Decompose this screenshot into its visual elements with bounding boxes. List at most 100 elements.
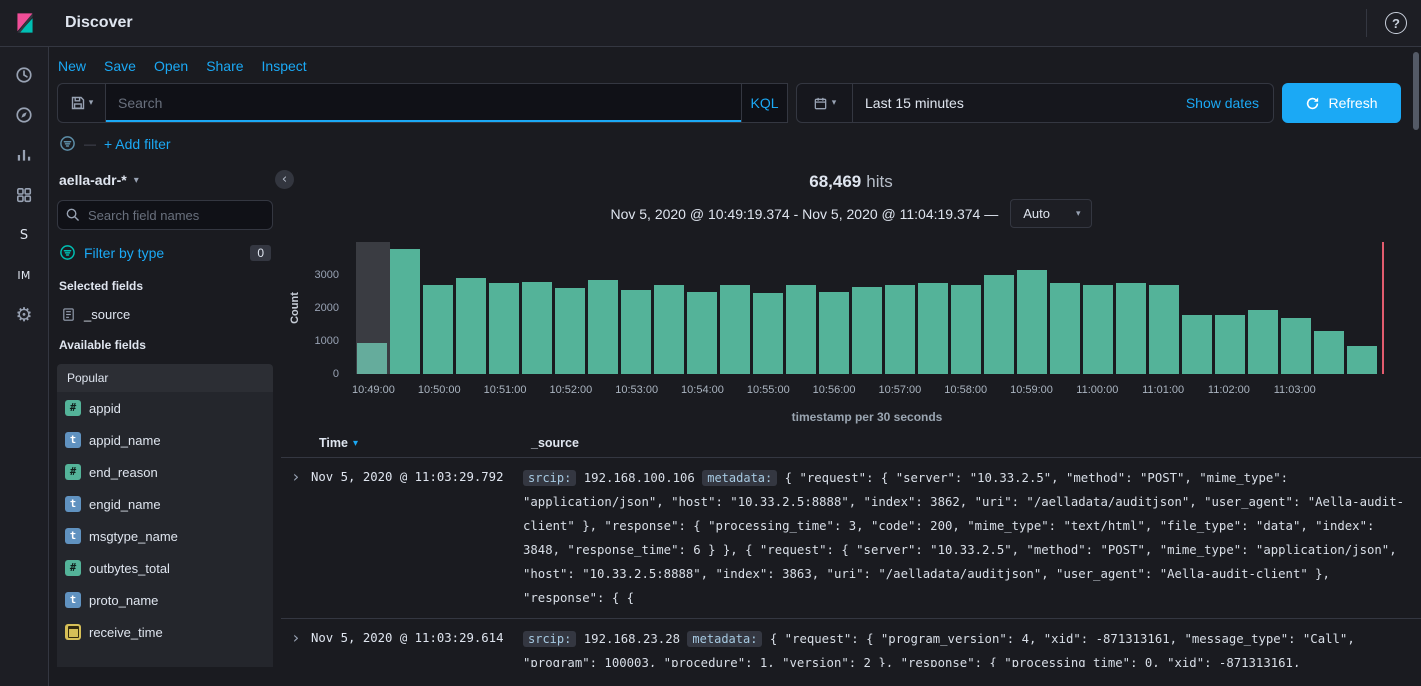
field-item-receive_time[interactable]: receive_time bbox=[61, 616, 269, 648]
histogram-chart: Count 0100020003000 bbox=[281, 242, 1421, 374]
histogram-bar[interactable] bbox=[1182, 315, 1212, 374]
chevron-down-icon: ▾ bbox=[134, 175, 139, 186]
field-item-appid[interactable]: #appid bbox=[61, 392, 269, 424]
nav-discover-button[interactable] bbox=[8, 99, 40, 131]
calendar-dropdown-button[interactable]: ▾ bbox=[797, 84, 853, 122]
histogram-bar[interactable] bbox=[1050, 283, 1080, 374]
histogram-bar[interactable] bbox=[522, 282, 552, 374]
fields-sidebar: aella-adr-* ▾ Filter by type 0 Selec bbox=[49, 160, 281, 667]
histogram-bar[interactable] bbox=[489, 283, 519, 374]
source-cell: srcip: 192.168.23.28 metadata: { "reques… bbox=[523, 627, 1421, 667]
app-nav-rail: S IM ⚙ bbox=[0, 47, 49, 686]
page-title: Discover bbox=[65, 14, 133, 32]
x-tick-label: 10:53:00 bbox=[615, 384, 658, 396]
x-tick-label: 10:58:00 bbox=[944, 384, 987, 396]
histogram-bar[interactable] bbox=[1347, 346, 1377, 374]
histogram-plot[interactable] bbox=[357, 242, 1377, 374]
menu-link-inspect[interactable]: Inspect bbox=[262, 58, 307, 74]
scrollbar-thumb[interactable] bbox=[1413, 52, 1419, 130]
histogram-bar[interactable] bbox=[456, 278, 486, 374]
app-s-label: S bbox=[20, 228, 28, 243]
histogram-bar[interactable] bbox=[390, 249, 420, 374]
field-item-msgtype_name[interactable]: tmsgtype_name bbox=[61, 520, 269, 552]
histogram-bar[interactable] bbox=[1017, 270, 1047, 374]
help-icon[interactable]: ? bbox=[1385, 12, 1407, 34]
x-tick-label: 10:51:00 bbox=[484, 384, 527, 396]
field-name: engid_name bbox=[89, 497, 161, 512]
field-item-appid_name[interactable]: tappid_name bbox=[61, 424, 269, 456]
menu-link-open[interactable]: Open bbox=[154, 58, 188, 74]
field-search bbox=[57, 200, 273, 230]
field-item-end_reason[interactable]: #end_reason bbox=[61, 456, 269, 488]
histogram-bar[interactable] bbox=[984, 275, 1014, 374]
field-item-outbytes_total[interactable]: #outbytes_total bbox=[61, 552, 269, 584]
time-range-value[interactable]: Last 15 minutes bbox=[853, 95, 1186, 111]
expand-row-button[interactable]: › bbox=[293, 627, 299, 649]
search-input[interactable] bbox=[106, 84, 741, 122]
nav-visualize-button[interactable] bbox=[8, 139, 40, 171]
time-column-header[interactable]: Time ▾ bbox=[319, 436, 531, 450]
field-name: appid bbox=[89, 401, 121, 416]
field-item-source[interactable]: _source bbox=[57, 299, 273, 330]
histogram-bar[interactable] bbox=[423, 285, 453, 374]
field-key-badge: metadata: bbox=[702, 470, 777, 486]
saved-query-menu-button[interactable]: ▾ bbox=[57, 83, 105, 123]
x-tick-label: 10:49:00 bbox=[352, 384, 395, 396]
refresh-button[interactable]: Refresh bbox=[1282, 83, 1401, 123]
index-pattern-label: aella-adr-* bbox=[59, 172, 127, 188]
histogram-bar[interactable] bbox=[951, 285, 981, 374]
histogram-bar[interactable] bbox=[786, 285, 816, 374]
histogram-bar[interactable] bbox=[687, 292, 717, 375]
histogram-bar[interactable] bbox=[819, 292, 849, 375]
histogram-bar[interactable] bbox=[918, 283, 948, 374]
field-item-engid_name[interactable]: t engid_name bbox=[61, 488, 269, 520]
filter-icon bbox=[59, 244, 76, 261]
kibana-logo[interactable] bbox=[0, 0, 49, 46]
index-pattern-select[interactable]: aella-adr-* ▾ bbox=[57, 164, 273, 198]
nav-management-button[interactable]: ⚙ bbox=[8, 299, 40, 331]
filter-icon[interactable] bbox=[59, 135, 76, 152]
histogram-bar[interactable] bbox=[1116, 283, 1146, 374]
query-language-button[interactable]: KQL bbox=[741, 84, 787, 122]
search-box: KQL bbox=[105, 83, 788, 123]
histogram-bar[interactable] bbox=[621, 290, 651, 374]
histogram-bar[interactable] bbox=[588, 280, 618, 374]
x-tick-label: 11:00:00 bbox=[1076, 384, 1118, 396]
calendar-icon bbox=[813, 96, 828, 111]
date-field-icon bbox=[65, 624, 81, 640]
histogram-bar[interactable] bbox=[654, 285, 684, 374]
histogram-bar[interactable] bbox=[1281, 318, 1311, 374]
doc-table: Time ▾ _source ›Nov 5, 2020 @ 11:03:29.7… bbox=[281, 436, 1421, 667]
histogram-bar[interactable] bbox=[1083, 285, 1113, 374]
histogram-bar[interactable] bbox=[885, 285, 915, 374]
histogram-bar[interactable] bbox=[753, 293, 783, 374]
histogram-bar[interactable] bbox=[1149, 285, 1179, 374]
string-field-icon: t bbox=[65, 496, 81, 512]
menu-link-new[interactable]: New bbox=[58, 58, 86, 74]
expand-row-button[interactable]: › bbox=[293, 466, 299, 488]
histogram-interval-select[interactable]: Auto ▾ bbox=[1010, 199, 1091, 228]
histogram-bar[interactable] bbox=[852, 287, 882, 374]
source-column-header: _source bbox=[531, 436, 1421, 450]
add-filter-button[interactable]: + Add filter bbox=[104, 136, 171, 152]
histogram-bar[interactable] bbox=[1215, 315, 1245, 374]
histogram-bar[interactable] bbox=[555, 288, 585, 374]
filter-by-type-button[interactable]: Filter by type 0 bbox=[57, 240, 273, 271]
nav-dashboard-button[interactable] bbox=[8, 179, 40, 211]
chevron-down-icon: ▾ bbox=[1076, 209, 1081, 219]
date-picker: ▾ Last 15 minutes Show dates bbox=[796, 83, 1274, 123]
histogram-bar[interactable] bbox=[720, 285, 750, 374]
menu-link-save[interactable]: Save bbox=[104, 58, 136, 74]
field-item-proto_name[interactable]: tproto_name bbox=[61, 584, 269, 616]
collapse-sidebar-button[interactable]: ‹ bbox=[275, 170, 294, 189]
histogram-bar[interactable] bbox=[1248, 310, 1278, 374]
show-dates-button[interactable]: Show dates bbox=[1186, 95, 1273, 111]
nav-app-s-button[interactable]: S bbox=[8, 219, 40, 251]
recently-viewed-button[interactable] bbox=[8, 59, 40, 91]
source-cell: srcip: 192.168.100.106 metadata: { "requ… bbox=[523, 466, 1421, 610]
string-field-icon: t bbox=[65, 432, 81, 448]
nav-app-im-button[interactable]: IM bbox=[8, 259, 40, 291]
menu-link-share[interactable]: Share bbox=[206, 58, 243, 74]
histogram-bar[interactable] bbox=[1314, 331, 1344, 374]
field-search-input[interactable] bbox=[57, 200, 273, 230]
